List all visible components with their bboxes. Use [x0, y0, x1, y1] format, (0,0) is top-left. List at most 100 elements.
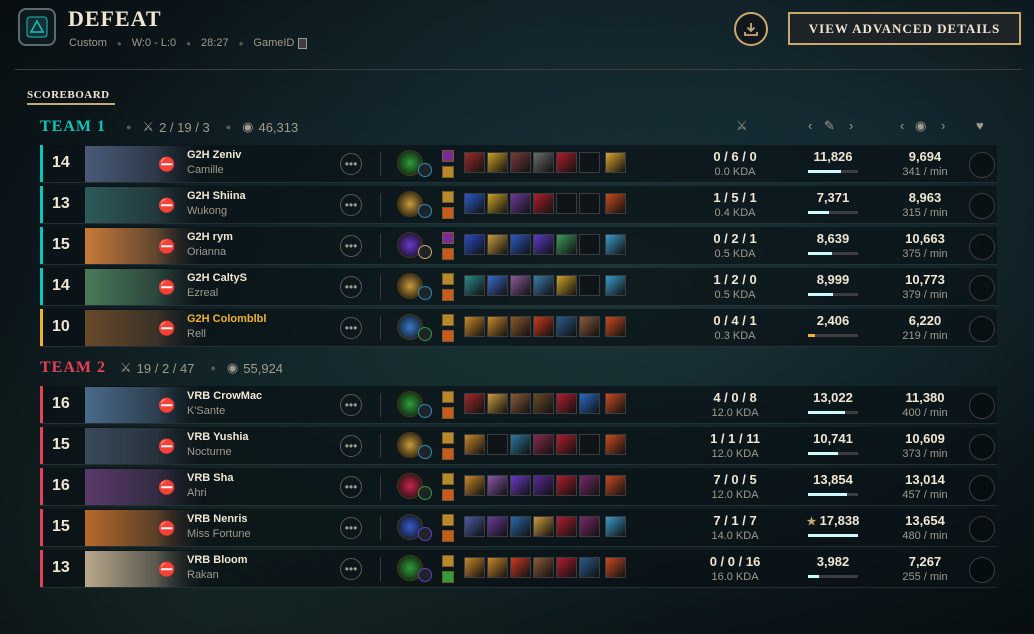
item-slot[interactable]	[487, 434, 508, 455]
item-slot[interactable]	[579, 152, 600, 173]
item-slot[interactable]	[464, 557, 485, 578]
summoner-spell-1[interactable]	[442, 232, 454, 244]
player-row[interactable]: 15 ⛔ VRB Nenris Miss Fortune ••• 7 / 1 /…	[40, 509, 997, 547]
summoner-spell-2[interactable]	[442, 330, 454, 342]
trinket-slot[interactable]	[605, 316, 626, 337]
summoner-spell-2[interactable]	[442, 407, 454, 419]
mute-icon[interactable]: ⛔	[158, 561, 175, 577]
mute-icon[interactable]: ⛔	[158, 238, 175, 254]
honor-button[interactable]	[969, 152, 995, 178]
trinket-slot[interactable]	[605, 557, 626, 578]
trinket-slot[interactable]	[605, 393, 626, 414]
item-slot[interactable]	[510, 152, 531, 173]
item-slot[interactable]	[556, 193, 577, 214]
summoner-spell-2[interactable]	[442, 207, 454, 219]
honor-button[interactable]	[969, 275, 995, 301]
item-slot[interactable]	[579, 275, 600, 296]
item-slot[interactable]	[464, 516, 485, 537]
player-name[interactable]: VRB CrowMac	[187, 390, 262, 402]
item-slot[interactable]	[487, 475, 508, 496]
summoner-spell-2[interactable]	[442, 571, 454, 583]
summoner-spell-2[interactable]	[442, 289, 454, 301]
player-name[interactable]: VRB Nenris	[187, 513, 248, 525]
secondary-rune-icon[interactable]	[418, 163, 432, 177]
player-row[interactable]: 14 ⛔ G2H Zeniv Camille ••• 0 / 6 / 0 0.0…	[40, 145, 997, 183]
trinket-slot[interactable]	[605, 152, 626, 173]
trinket-slot[interactable]	[605, 275, 626, 296]
gold-next-button[interactable]: ›	[941, 118, 945, 133]
player-row[interactable]: 16 ⛔ VRB Sha Ahri ••• 7 / 0 / 5 12.0 KDA…	[40, 468, 997, 506]
summoner-spell-1[interactable]	[442, 150, 454, 162]
player-name[interactable]: G2H Shiina	[187, 190, 246, 202]
player-row[interactable]: 14 ⛔ G2H CaltyS Ezreal ••• 1 / 2 / 0 0.5…	[40, 268, 997, 306]
summoner-spell-2[interactable]	[442, 489, 454, 501]
item-slot[interactable]	[487, 316, 508, 337]
item-slot[interactable]	[533, 393, 554, 414]
summoner-spell-1[interactable]	[442, 314, 454, 326]
item-slot[interactable]	[533, 516, 554, 537]
item-slot[interactable]	[487, 152, 508, 173]
summoner-spell-1[interactable]	[442, 391, 454, 403]
player-row[interactable]: 10 ⛔ G2H Colomblbl Rell ••• 0 / 4 / 1 0.…	[40, 309, 997, 347]
item-slot[interactable]	[510, 516, 531, 537]
item-slot[interactable]	[510, 557, 531, 578]
player-name[interactable]: G2H CaltyS	[187, 272, 247, 284]
mute-icon[interactable]: ⛔	[158, 320, 175, 336]
summoner-spell-1[interactable]	[442, 555, 454, 567]
more-options-button[interactable]: •••	[340, 517, 362, 539]
player-row[interactable]: 13 ⛔ G2H Shiina Wukong ••• 1 / 5 / 1 0.4…	[40, 186, 997, 224]
player-name[interactable]: VRB Bloom	[187, 554, 248, 566]
item-slot[interactable]	[556, 475, 577, 496]
secondary-rune-icon[interactable]	[418, 286, 432, 300]
player-name[interactable]: VRB Yushia	[187, 431, 249, 443]
item-slot[interactable]	[556, 434, 577, 455]
secondary-rune-icon[interactable]	[418, 527, 432, 541]
item-slot[interactable]	[579, 434, 600, 455]
honor-button[interactable]	[969, 516, 995, 542]
damage-prev-button[interactable]: ‹	[808, 118, 812, 133]
item-slot[interactable]	[487, 516, 508, 537]
more-options-button[interactable]: •••	[340, 276, 362, 298]
more-options-button[interactable]: •••	[340, 476, 362, 498]
item-slot[interactable]	[579, 516, 600, 537]
honor-button[interactable]	[969, 316, 995, 342]
damage-next-button[interactable]: ›	[849, 118, 853, 133]
trinket-slot[interactable]	[605, 234, 626, 255]
item-slot[interactable]	[510, 193, 531, 214]
player-name[interactable]: VRB Sha	[187, 472, 233, 484]
secondary-rune-icon[interactable]	[418, 327, 432, 341]
item-slot[interactable]	[487, 393, 508, 414]
item-slot[interactable]	[533, 475, 554, 496]
secondary-rune-icon[interactable]	[418, 404, 432, 418]
item-slot[interactable]	[579, 234, 600, 255]
more-options-button[interactable]: •••	[340, 394, 362, 416]
item-slot[interactable]	[487, 275, 508, 296]
tab-scoreboard[interactable]: SCOREBOARD	[27, 89, 110, 101]
item-slot[interactable]	[533, 275, 554, 296]
honor-button[interactable]	[969, 475, 995, 501]
item-slot[interactable]	[556, 393, 577, 414]
item-slot[interactable]	[533, 557, 554, 578]
summoner-spell-2[interactable]	[442, 530, 454, 542]
summoner-spell-1[interactable]	[442, 191, 454, 203]
item-slot[interactable]	[533, 316, 554, 337]
item-slot[interactable]	[533, 234, 554, 255]
item-slot[interactable]	[556, 557, 577, 578]
trinket-slot[interactable]	[605, 434, 626, 455]
item-slot[interactable]	[464, 193, 485, 214]
secondary-rune-icon[interactable]	[418, 204, 432, 218]
gold-prev-button[interactable]: ‹	[900, 118, 904, 133]
item-slot[interactable]	[556, 152, 577, 173]
item-slot[interactable]	[533, 152, 554, 173]
player-name[interactable]: G2H Colomblbl	[187, 313, 266, 325]
mute-icon[interactable]: ⛔	[158, 279, 175, 295]
mute-icon[interactable]: ⛔	[158, 197, 175, 213]
secondary-rune-icon[interactable]	[418, 445, 432, 459]
secondary-rune-icon[interactable]	[418, 568, 432, 582]
item-slot[interactable]	[510, 275, 531, 296]
more-options-button[interactable]: •••	[340, 317, 362, 339]
item-slot[interactable]	[464, 475, 485, 496]
item-slot[interactable]	[579, 316, 600, 337]
item-slot[interactable]	[579, 393, 600, 414]
item-slot[interactable]	[556, 316, 577, 337]
